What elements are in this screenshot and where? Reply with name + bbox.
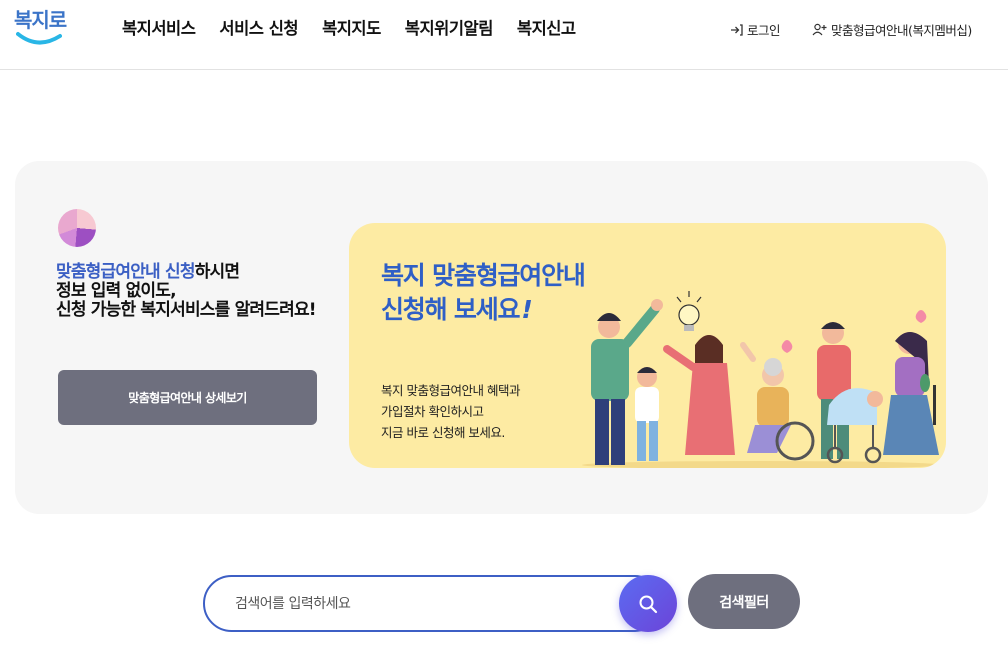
site-header: 복지로 복지서비스 서비스 신청 복지지도 복지위기알림 복지신고 로그인 맞춤… — [0, 0, 1008, 70]
detail-view-button[interactable]: 맞춤형급여안내 상세보기 — [58, 370, 317, 425]
logo-text: 복지로 — [14, 8, 67, 32]
login-link[interactable]: 로그인 — [730, 20, 781, 39]
intro-line1-rest: 하시면 — [194, 262, 240, 282]
intro-highlight: 맞춤형급여안내 신청 — [56, 262, 195, 282]
nav-service-apply[interactable]: 서비스 신청 — [219, 15, 298, 39]
banner-desc-line3: 지금 바로 신청해 보세요. — [381, 425, 505, 440]
user-add-icon — [812, 23, 827, 36]
login-icon — [731, 23, 743, 36]
promo-banner[interactable]: 복지 맞춤형급여안내 신청해 보세요! 복지 맞춤형급여안내 혜택과 가입절차 … — [349, 223, 946, 468]
search-icon — [639, 595, 658, 613]
membership-label: 맞춤형급여안내(복지멤버십) — [831, 23, 972, 38]
search-button[interactable] — [619, 575, 677, 632]
intro-line3: 신청 가능한 복지서비스를 알려드려요! — [56, 300, 317, 320]
banner-description: 복지 맞춤형급여안내 혜택과 가입절차 확인하시고 지금 바로 신청해 보세요. — [381, 380, 520, 443]
customized-benefit-panel: 맞춤형급여안내 신청하시면 정보 입력 없이도, 신청 가능한 복지서비스를 알… — [15, 161, 988, 514]
nav-welfare-services[interactable]: 복지서비스 — [122, 15, 196, 39]
membership-link[interactable]: 맞춤형급여안내(복지멤버십) — [812, 20, 972, 39]
intro-line2: 정보 입력 없이도, — [56, 281, 177, 301]
logo-smile-icon — [16, 32, 62, 45]
search-box — [203, 575, 663, 632]
nav-welfare-map[interactable]: 복지지도 — [322, 15, 381, 39]
login-label: 로그인 — [747, 23, 781, 38]
banner-title: 복지 맞춤형급여안내 신청해 보세요! — [381, 259, 586, 327]
nav-crisis-alert[interactable]: 복지위기알림 — [405, 15, 494, 39]
main-nav: 복지서비스 서비스 신청 복지지도 복지위기알림 복지신고 — [122, 15, 600, 39]
search-filter-button[interactable]: 검색필터 — [688, 574, 800, 629]
site-logo[interactable]: 복지로 — [14, 4, 67, 50]
banner-desc-line1: 복지 맞춤형급여안내 혜택과 — [381, 383, 520, 398]
pie-chart-icon — [58, 209, 96, 247]
banner-title-line1: 복지 맞춤형급여안내 — [381, 261, 586, 290]
banner-desc-line2: 가입절차 확인하시고 — [381, 404, 484, 419]
nav-welfare-report[interactable]: 복지신고 — [517, 15, 576, 39]
banner-title-exclaim: ! — [521, 295, 532, 324]
intro-text: 맞춤형급여안내 신청하시면 정보 입력 없이도, 신청 가능한 복지서비스를 알… — [56, 263, 346, 320]
search-input[interactable] — [235, 593, 605, 615]
banner-title-line2: 신청해 보세요 — [381, 295, 521, 324]
family-illustration — [582, 291, 942, 468]
banner-title-line2-wrap: 신청해 보세요! — [381, 293, 585, 327]
